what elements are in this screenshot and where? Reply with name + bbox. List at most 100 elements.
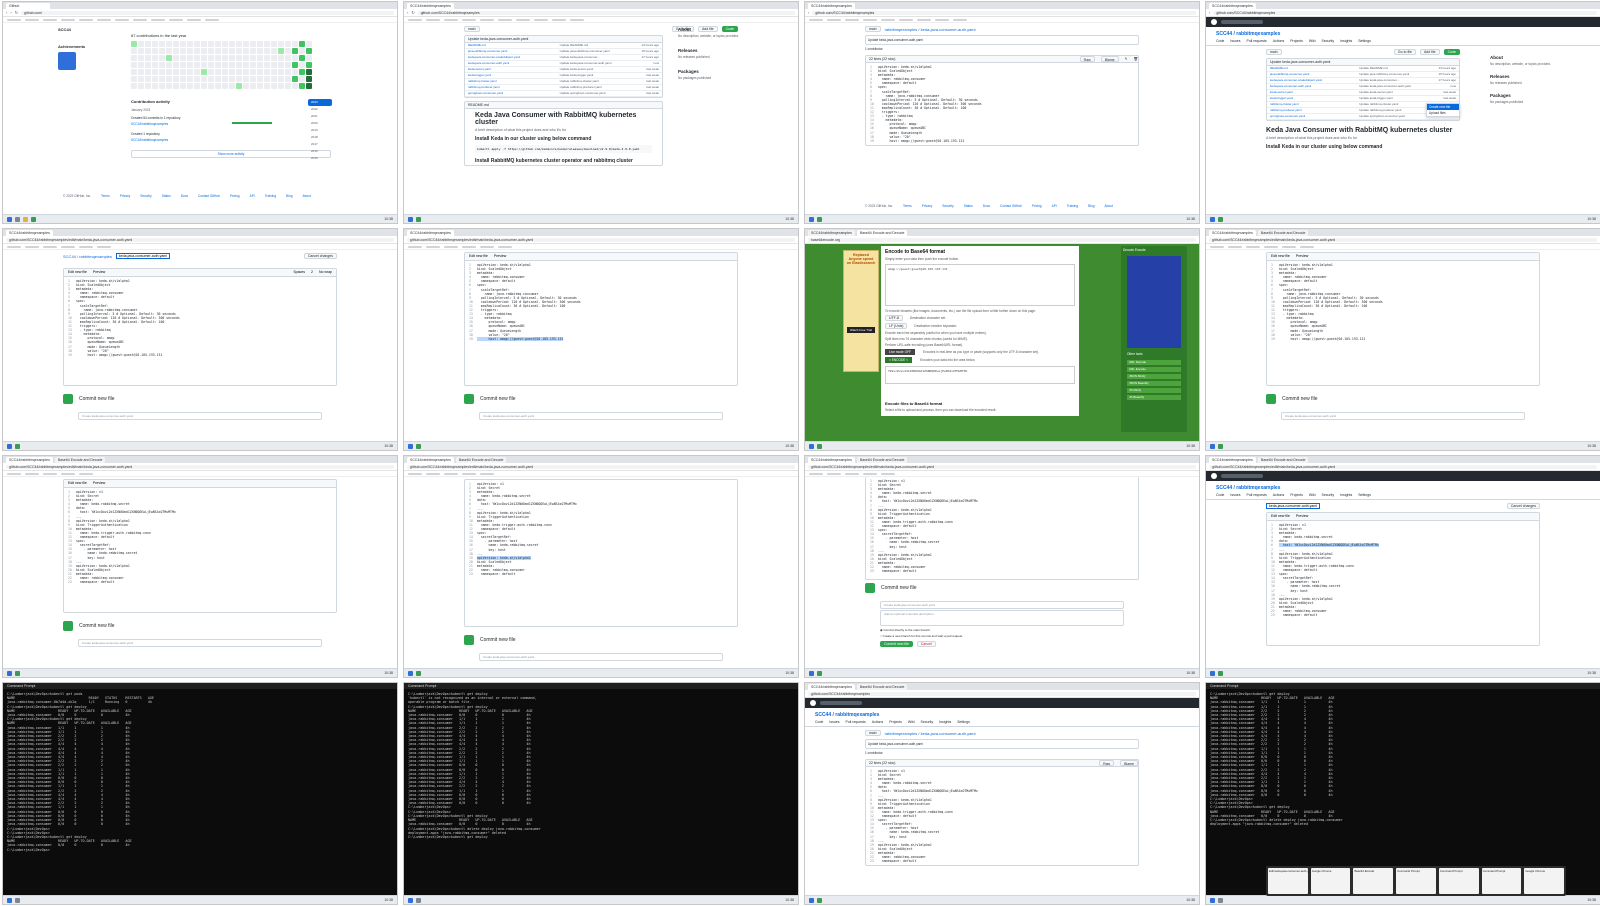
contrib-cell[interactable] xyxy=(222,48,228,54)
windows-start-icon[interactable] xyxy=(1210,670,1215,676)
terminal-icon[interactable] xyxy=(416,897,421,903)
contrib-cell[interactable] xyxy=(299,41,305,47)
contrib-cell[interactable] xyxy=(145,41,151,47)
preview-tab[interactable]: Preview xyxy=(1296,513,1308,520)
contrib-cell[interactable] xyxy=(166,76,172,82)
edit-pencil-icon[interactable]: ✎ xyxy=(1125,56,1128,62)
contrib-cell[interactable] xyxy=(194,41,200,47)
chrome-icon[interactable] xyxy=(817,443,822,449)
activity-item-repo[interactable]: Created 1 repository xyxy=(131,132,331,136)
contrib-cell[interactable] xyxy=(159,55,165,61)
repo-tab-pull-requests[interactable]: Pull requests xyxy=(1247,493,1267,497)
contrib-cell[interactable] xyxy=(138,48,144,54)
contrib-cell[interactable] xyxy=(229,41,235,47)
contrib-cell[interactable] xyxy=(201,48,207,54)
code-editor[interactable]: 1 apiVersion: v1 2 kind: Secret 3 metadata: 4 … xyxy=(865,477,1139,580)
contrib-cell[interactable] xyxy=(229,69,235,75)
preview-tab[interactable]: Preview xyxy=(494,253,506,260)
contrib-cell[interactable] xyxy=(299,55,305,61)
indent-mode-select[interactable]: Spaces xyxy=(293,269,305,276)
editor-code[interactable]: 1 apiVersion: v1 2 kind: Secret 3 metadata: 4 … xyxy=(1267,521,1539,645)
contrib-cell[interactable] xyxy=(292,55,298,61)
repo-tab-projects[interactable]: Projects xyxy=(889,720,902,724)
newline-select[interactable]: LF (Unix) xyxy=(885,323,908,329)
year-link[interactable]: 2019 xyxy=(308,127,332,134)
contrib-cell[interactable] xyxy=(159,76,165,82)
year-link[interactable]: 2015 xyxy=(308,155,332,162)
contrib-cell[interactable] xyxy=(208,76,214,82)
reload-icon[interactable]: ↻ xyxy=(15,10,18,15)
contrib-cell[interactable] xyxy=(243,55,249,61)
contrib-cell[interactable] xyxy=(208,83,214,89)
contrib-cell[interactable] xyxy=(257,83,263,89)
contrib-cell[interactable] xyxy=(299,76,305,82)
blame-button[interactable]: Blame xyxy=(1100,56,1119,62)
edit-tab[interactable]: Edit new file xyxy=(1271,253,1290,260)
contrib-cell[interactable] xyxy=(222,69,228,75)
contrib-cell[interactable] xyxy=(208,41,214,47)
url-input[interactable]: base64encode.org xyxy=(808,237,1196,242)
contrib-cell[interactable] xyxy=(243,69,249,75)
contrib-cell[interactable] xyxy=(257,69,263,75)
year-link[interactable]: 2020 xyxy=(308,120,332,127)
chrome-icon[interactable] xyxy=(31,216,36,222)
contrib-cell[interactable] xyxy=(215,62,221,68)
contrib-cell[interactable] xyxy=(166,55,172,61)
contrib-cell[interactable] xyxy=(145,69,151,75)
footer-link[interactable]: Terms xyxy=(903,204,912,208)
show-more-button[interactable]: Show more activity xyxy=(131,150,331,158)
contrib-cell[interactable] xyxy=(278,41,284,47)
commit-new-file-button[interactable]: Commit new file xyxy=(880,641,913,647)
contrib-cell[interactable] xyxy=(173,55,179,61)
contrib-cell[interactable] xyxy=(250,48,256,54)
contrib-cell[interactable] xyxy=(180,76,186,82)
contrib-cell[interactable] xyxy=(166,69,172,75)
commit-message-input[interactable]: Create keda-java-consumer-auth.yaml xyxy=(479,412,723,420)
footer-link[interactable]: Pricing xyxy=(230,194,240,198)
contrib-cell[interactable] xyxy=(264,41,270,47)
chrome-icon[interactable] xyxy=(15,443,20,449)
contrib-cell[interactable] xyxy=(299,48,305,54)
contrib-cell[interactable] xyxy=(173,83,179,89)
github-search-input[interactable] xyxy=(1221,20,1263,24)
contrib-cell[interactable] xyxy=(152,55,158,61)
contrib-cell[interactable] xyxy=(257,41,263,47)
year-link[interactable]: 2022 xyxy=(308,106,332,113)
contrib-cell[interactable] xyxy=(306,69,312,75)
repo-tab-issues[interactable]: Issues xyxy=(829,720,839,724)
file-commit-message[interactable]: Update README.md xyxy=(1359,66,1436,71)
contrib-cell[interactable] xyxy=(299,69,305,75)
activity-repo-link[interactable]: SCC44/rabbitmqexamples xyxy=(131,122,168,126)
year-link[interactable]: 2023 xyxy=(308,99,332,106)
footer-link[interactable]: Blog xyxy=(286,194,292,198)
contrib-cell[interactable] xyxy=(138,83,144,89)
year-link[interactable]: 2017 xyxy=(308,141,332,148)
repo-tab-actions[interactable]: Actions xyxy=(1273,39,1284,43)
contrib-cell[interactable] xyxy=(243,41,249,47)
contrib-cell[interactable] xyxy=(145,55,151,61)
contrib-cell[interactable] xyxy=(138,69,144,75)
footer-link[interactable]: Docs xyxy=(181,194,188,198)
file-commit-message[interactable]: Update springboot-consumer.yaml xyxy=(1359,114,1436,119)
file-name[interactable]: keda-java-consumer-scaledobject.yaml xyxy=(468,55,560,60)
window-preview[interactable]: Base64 Encode xyxy=(1353,868,1394,894)
contrib-cell[interactable] xyxy=(166,62,172,68)
commit-option-main[interactable]: ◉ Commit directly to the main branch. xyxy=(880,628,1124,632)
preview-tab[interactable]: Preview xyxy=(93,480,105,487)
code-editor[interactable]: Edit new file Preview 1 apiVersion: keda.… xyxy=(464,252,738,386)
contrib-cell[interactable] xyxy=(222,76,228,82)
preview-tab[interactable]: Preview xyxy=(1296,253,1308,260)
windows-start-icon[interactable] xyxy=(7,670,12,676)
contrib-cell[interactable] xyxy=(131,76,137,82)
contrib-cell[interactable] xyxy=(187,83,193,89)
activity-repo-link-2[interactable]: SCC44/rabbitmqexamples xyxy=(131,138,331,142)
url-input[interactable]: github.com/SCC44/rabbitmqexamples/edit/m… xyxy=(6,237,394,242)
footer-link[interactable]: API xyxy=(1052,204,1057,208)
windows-start-icon[interactable] xyxy=(408,897,413,903)
footer-link[interactable]: Contact GitHub xyxy=(198,194,220,198)
commit-cancel-button[interactable]: Cancel xyxy=(916,641,936,647)
url-input[interactable]: github.com/SCC44/rabbitmqexamples xyxy=(417,10,795,15)
footer-link[interactable]: Contact GitHub xyxy=(1000,204,1022,208)
contrib-cell[interactable] xyxy=(236,55,242,61)
contrib-cell[interactable] xyxy=(215,69,221,75)
